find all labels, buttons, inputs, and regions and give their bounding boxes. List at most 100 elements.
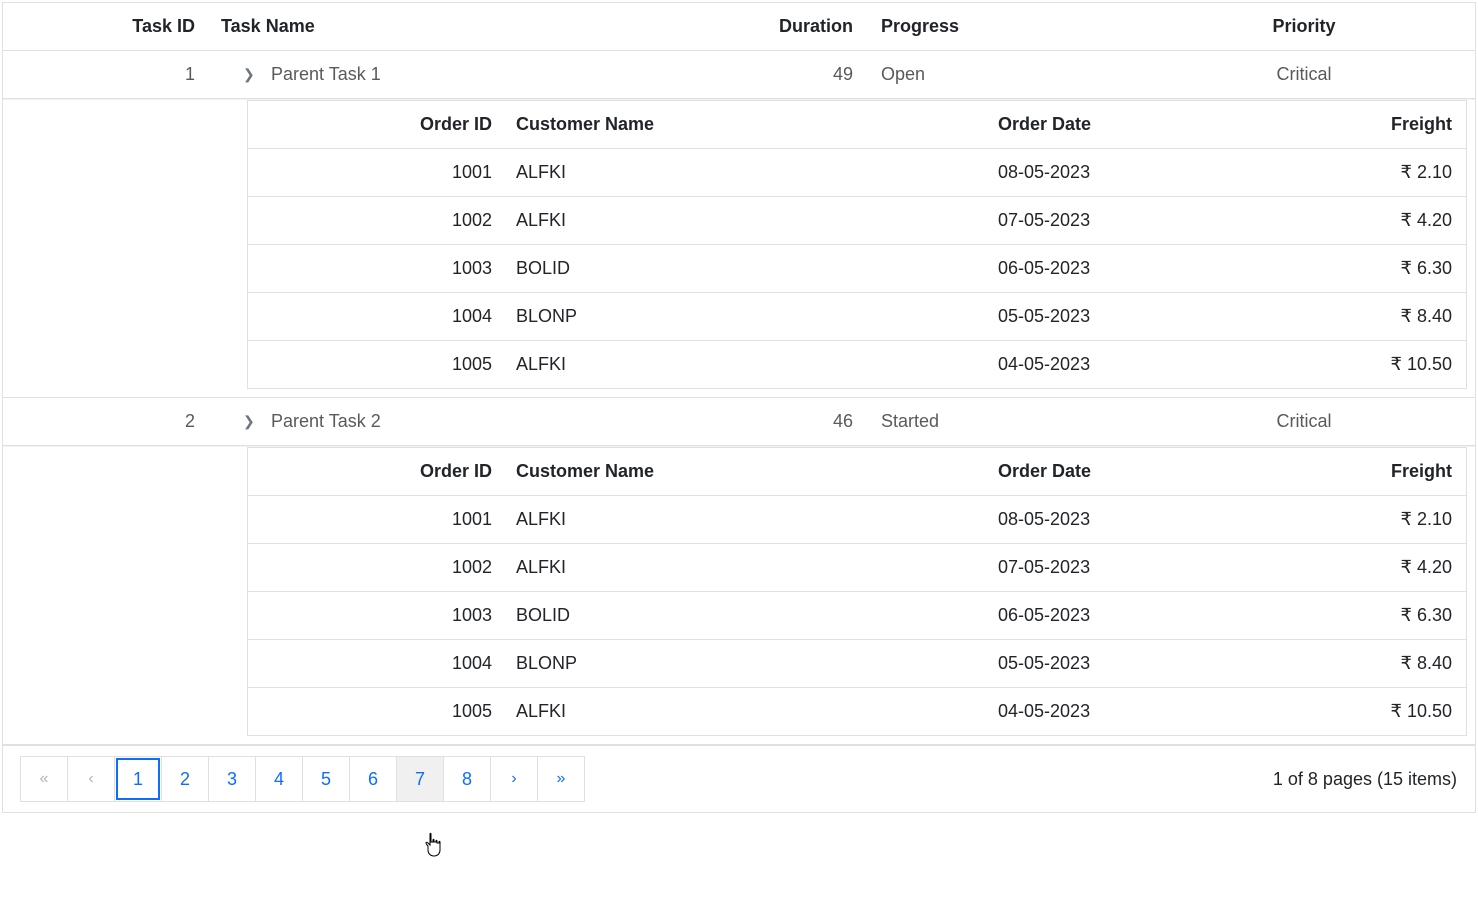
cursor-pointer-icon	[424, 832, 444, 858]
cell-order-id: 1005	[248, 354, 508, 375]
cell-customer: BOLID	[508, 605, 998, 626]
order-row[interactable]: 1005 ALFKI 04-05-2023 ₹ 10.50	[248, 687, 1466, 735]
col-header-progress[interactable]: Progress	[863, 16, 1133, 37]
cell-freight: ₹ 8.40	[1248, 306, 1466, 327]
chevron-right-icon[interactable]: ❯	[243, 413, 259, 430]
cell-date: 06-05-2023	[998, 605, 1248, 626]
cell-customer: BOLID	[508, 258, 998, 279]
task-name-label: Parent Task 2	[271, 411, 381, 432]
chevron-right-icon[interactable]: ❯	[243, 66, 259, 83]
cell-freight: ₹ 10.50	[1248, 354, 1466, 375]
pager-last-button[interactable]: »	[537, 756, 585, 802]
pager-next-button[interactable]: ›	[490, 756, 538, 802]
pager-buttons: « ‹ 1 2 3 4 5 6 7 8 › »	[21, 756, 585, 802]
cell-freight: ₹ 2.10	[1248, 162, 1466, 183]
cell-date: 04-05-2023	[998, 354, 1248, 375]
cell-order-id: 1001	[248, 509, 508, 530]
cell-customer: BLONP	[508, 306, 998, 327]
cell-date: 05-05-2023	[998, 306, 1248, 327]
order-row[interactable]: 1003 BOLID 06-05-2023 ₹ 6.30	[248, 591, 1466, 639]
cell-date: 07-05-2023	[998, 557, 1248, 578]
col-header-order-id[interactable]: Order ID	[248, 461, 508, 482]
pager-prev-button[interactable]: ‹	[67, 756, 115, 802]
pager-page-button[interactable]: 1	[114, 756, 162, 802]
cell-date: 05-05-2023	[998, 653, 1248, 674]
pager-page-button[interactable]: 3	[208, 756, 256, 802]
pager-page-button[interactable]: 5	[302, 756, 350, 802]
col-header-freight[interactable]: Freight	[1248, 461, 1466, 482]
task-id-cell: 2	[3, 411, 213, 432]
task-progress-cell: Open	[863, 64, 1133, 85]
cell-freight: ₹ 2.10	[1248, 509, 1466, 530]
col-header-task-id[interactable]: Task ID	[3, 16, 213, 37]
task-id-cell: 1	[3, 64, 213, 85]
pager-page-button[interactable]: 6	[349, 756, 397, 802]
order-grid: Order ID Customer Name Order Date Freigh…	[247, 100, 1467, 389]
cell-date: 06-05-2023	[998, 258, 1248, 279]
order-row[interactable]: 1001 ALFKI 08-05-2023 ₹ 2.10	[248, 495, 1466, 543]
col-header-order-date[interactable]: Order Date	[998, 461, 1248, 482]
task-priority-cell: Critical	[1133, 64, 1475, 85]
cell-freight: ₹ 6.30	[1248, 605, 1466, 626]
col-header-duration[interactable]: Duration	[763, 16, 863, 37]
cell-customer: ALFKI	[508, 162, 998, 183]
cell-customer: ALFKI	[508, 210, 998, 231]
col-header-order-id[interactable]: Order ID	[248, 114, 508, 135]
cell-date: 08-05-2023	[998, 509, 1248, 530]
cell-customer: ALFKI	[508, 701, 998, 722]
order-grid: Order ID Customer Name Order Date Freigh…	[247, 447, 1467, 736]
order-header-row: Order ID Customer Name Order Date Freigh…	[248, 447, 1466, 495]
pager-page-button[interactable]: 8	[443, 756, 491, 802]
cell-order-id: 1003	[248, 258, 508, 279]
order-row[interactable]: 1003 BOLID 06-05-2023 ₹ 6.30	[248, 244, 1466, 292]
pager-info-label: 1 of 8 pages (15 items)	[1273, 769, 1457, 790]
order-row[interactable]: 1002 ALFKI 07-05-2023 ₹ 4.20	[248, 543, 1466, 591]
task-name-cell: ❯ Parent Task 1	[213, 64, 763, 85]
task-row[interactable]: 2 ❯ Parent Task 2 46 Started Critical	[3, 398, 1475, 446]
cell-freight: ₹ 4.20	[1248, 557, 1466, 578]
order-row[interactable]: 1005 ALFKI 04-05-2023 ₹ 10.50	[248, 340, 1466, 388]
cell-customer: ALFKI	[508, 557, 998, 578]
detail-panel: Order ID Customer Name Order Date Freigh…	[3, 446, 1475, 745]
col-header-task-name[interactable]: Task Name	[213, 16, 763, 37]
cell-order-id: 1004	[248, 653, 508, 674]
pager-page-button[interactable]: 2	[161, 756, 209, 802]
tree-grid: Task ID Task Name Duration Progress Prio…	[2, 2, 1476, 813]
cell-order-id: 1002	[248, 557, 508, 578]
order-row[interactable]: 1001 ALFKI 08-05-2023 ₹ 2.10	[248, 148, 1466, 196]
cell-order-id: 1005	[248, 701, 508, 722]
task-duration-cell: 49	[763, 64, 863, 85]
col-header-priority[interactable]: Priority	[1133, 16, 1475, 37]
task-duration-cell: 46	[763, 411, 863, 432]
pager-page-button[interactable]: 4	[255, 756, 303, 802]
pager: « ‹ 1 2 3 4 5 6 7 8 › » 1 of 8 pages (15…	[3, 745, 1475, 812]
task-name-label: Parent Task 1	[271, 64, 381, 85]
order-header-row: Order ID Customer Name Order Date Freigh…	[248, 100, 1466, 148]
cell-order-id: 1003	[248, 605, 508, 626]
task-progress-cell: Started	[863, 411, 1133, 432]
cell-order-id: 1001	[248, 162, 508, 183]
cell-customer: ALFKI	[508, 509, 998, 530]
order-row[interactable]: 1004 BLONP 05-05-2023 ₹ 8.40	[248, 639, 1466, 687]
task-header-row: Task ID Task Name Duration Progress Prio…	[3, 3, 1475, 51]
col-header-freight[interactable]: Freight	[1248, 114, 1466, 135]
col-header-customer-name[interactable]: Customer Name	[508, 461, 998, 482]
cell-date: 07-05-2023	[998, 210, 1248, 231]
task-priority-cell: Critical	[1133, 411, 1475, 432]
task-row[interactable]: 1 ❯ Parent Task 1 49 Open Critical	[3, 51, 1475, 99]
col-header-order-date[interactable]: Order Date	[998, 114, 1248, 135]
cell-order-id: 1004	[248, 306, 508, 327]
pager-first-button[interactable]: «	[20, 756, 68, 802]
pager-page-button[interactable]: 7	[396, 756, 444, 802]
order-row[interactable]: 1004 BLONP 05-05-2023 ₹ 8.40	[248, 292, 1466, 340]
cell-freight: ₹ 8.40	[1248, 653, 1466, 674]
detail-panel: Order ID Customer Name Order Date Freigh…	[3, 99, 1475, 398]
cell-freight: ₹ 10.50	[1248, 701, 1466, 722]
cell-date: 08-05-2023	[998, 162, 1248, 183]
col-header-customer-name[interactable]: Customer Name	[508, 114, 998, 135]
cell-freight: ₹ 6.30	[1248, 258, 1466, 279]
cell-date: 04-05-2023	[998, 701, 1248, 722]
cell-order-id: 1002	[248, 210, 508, 231]
order-row[interactable]: 1002 ALFKI 07-05-2023 ₹ 4.20	[248, 196, 1466, 244]
cell-customer: ALFKI	[508, 354, 998, 375]
